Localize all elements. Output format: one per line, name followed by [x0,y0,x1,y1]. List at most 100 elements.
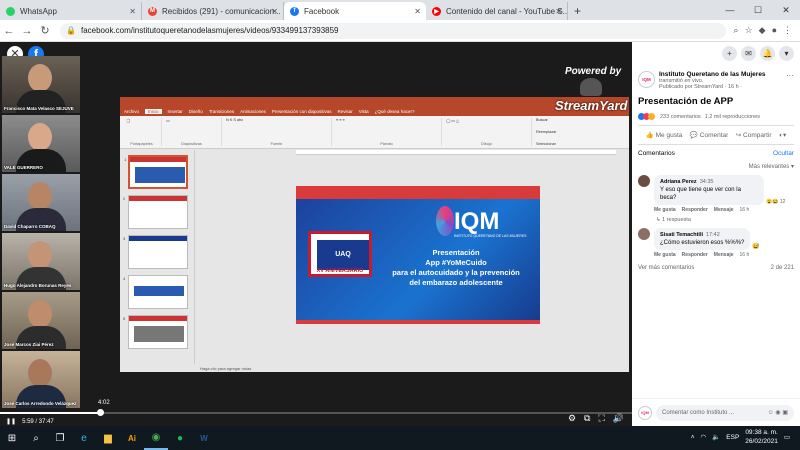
comment-input[interactable]: Comentar como Instituto ... ☺ ◉ ▣ [656,404,794,421]
like-button[interactable]: 👍 Me gusta [646,131,683,139]
volume-icon[interactable]: 🔊 [613,413,624,424]
tab-whatsapp[interactable]: WhatsApp ✕ [0,2,142,20]
share-button[interactable]: ↪ Compartir [736,131,772,139]
wifi-icon[interactable]: ◠ [701,433,707,441]
comment-like-link[interactable]: Me gusta [654,252,676,258]
close-window-icon[interactable]: ✕ [772,0,800,20]
tab-facebook[interactable]: f Facebook ✕ [284,2,426,20]
minimize-icon[interactable]: — [716,0,744,20]
slide-thumbnail[interactable]: 5 [123,315,188,349]
edge-icon[interactable]: e [72,426,96,450]
comment-like-link[interactable]: Me gusta [654,207,676,213]
comment-message-link[interactable]: Mensaje [714,207,734,213]
ppt-menu-item[interactable]: Archivo [124,109,139,114]
extension-icon[interactable]: ◆ [759,25,766,36]
paste-icon[interactable]: 📋 [126,118,157,123]
ppt-replace-button[interactable]: Reemplazar [536,130,588,134]
ppt-menu-item[interactable]: Transiciones [209,109,234,114]
spotify-icon[interactable]: ● [168,426,192,450]
audience-icon[interactable]: ◐▾ [779,131,786,139]
forward-icon[interactable]: → [18,25,36,37]
url-input[interactable]: 🔒 facebook.com/institutoqueretanodelasmuj… [60,22,726,39]
search-icon[interactable]: ⌕ [24,426,48,450]
comment-reply-link[interactable]: Responder [682,252,708,258]
hide-comments-link[interactable]: Ocultar [773,150,794,157]
current-slide[interactable]: UAQ XV ANIVERSARIO IQM INSTITUTO QUERETA… [296,186,540,324]
progress-knob[interactable] [96,409,104,416]
tab-youtube[interactable]: ▶ Contenido del canal - YouTube S... ✕ [426,2,568,20]
account-menu-icon[interactable]: ▾ [779,46,794,61]
notifications-icon[interactable]: 🔔 [760,46,775,61]
ppt-notes-bar[interactable]: Haga clic para agregar notas [120,364,629,372]
comment-author[interactable]: Adriana Perez [660,179,697,185]
word-icon[interactable]: W [192,426,216,450]
page-avatar[interactable]: IQM [638,71,655,88]
commenter-avatar[interactable] [638,228,650,240]
new-tab-button[interactable]: + [568,2,587,20]
close-tab-icon[interactable]: ✕ [271,7,278,16]
ppt-menu-item[interactable]: Inicio [145,109,162,114]
fullscreen-icon[interactable]: ⛶ [598,413,604,424]
illustrator-icon[interactable]: Ai [120,426,144,450]
ppt-menu-item[interactable]: Diseño [189,109,203,114]
windows-start-icon[interactable]: ⊞ [0,426,24,450]
ppt-menu-item[interactable]: ¿Qué desea hacer? [375,109,415,114]
tab-gmail[interactable]: M Recibidos (291) - comunicacion... ✕ [142,2,284,20]
messenger-icon[interactable]: ✉ [741,46,756,61]
paragraph-controls[interactable]: ≡ ≡ ≡ [336,118,437,122]
more-options-icon[interactable]: ··· [786,71,794,90]
ppt-menu-item[interactable]: Presentación con diapositivas [272,109,332,114]
shapes-icon[interactable]: ◯ ▭ △ [446,118,527,123]
settings-gear-icon[interactable]: ⚙ [568,413,576,424]
maximize-icon[interactable]: ☐ [744,0,772,20]
comment-author[interactable]: Sisati Temachtili [660,232,703,238]
comment-button[interactable]: 💬 Comentar [690,131,728,139]
speaker-icon[interactable]: 🔈 [712,433,720,441]
new-slide-icon[interactable]: ▭ [166,118,217,123]
back-icon[interactable]: ← [0,25,18,37]
ppt-find-button[interactable]: Buscar [536,118,588,122]
close-tab-icon[interactable]: ✕ [555,7,562,16]
tray-chevron-icon[interactable]: ˄ [691,434,695,441]
page-name-link[interactable]: Instituto Queretano de las Mujeres [659,71,766,78]
ppt-menu-item[interactable]: Insertar [168,109,183,114]
notifications-center-icon[interactable]: ▭ [784,433,790,441]
reactions-icon[interactable] [638,113,655,120]
video-progress-bar[interactable] [0,409,632,416]
create-icon[interactable]: + [722,46,737,61]
pip-icon[interactable]: ⧉ [584,413,590,424]
ppt-menu-item[interactable]: Animaciones [240,109,266,114]
clock[interactable]: 09:38 a. m. 26/02/2021 [745,428,778,446]
commenter-avatar[interactable] [638,175,650,187]
chrome-icon[interactable]: ◉ [144,426,168,450]
file-explorer-icon[interactable]: ▆ [96,426,120,450]
pause-icon[interactable]: ❚❚ [6,418,16,425]
close-tab-icon[interactable]: ✕ [129,7,136,16]
ppt-menu-item[interactable]: Vista [359,109,369,114]
bookmark-star-icon[interactable]: ☆ [745,25,753,36]
slide-thumbnail[interactable]: 3 [123,235,188,269]
comment-reactions[interactable]: 😮😂 12 [766,199,785,205]
sort-comments-dropdown[interactable]: Más relevantes ▾ [632,157,800,170]
slide-thumbnail[interactable]: 4 [123,275,188,309]
view-more-comments-link[interactable]: Ver más comentarios [638,265,694,271]
comments-count[interactable]: 233 comentarios [660,114,701,120]
comment-reply-link[interactable]: Responder [682,207,708,213]
font-controls[interactable]: N K S abc [226,118,327,122]
slide-thumbnail[interactable]: 2 [123,195,188,229]
view-replies-link[interactable]: ↳ 1 respuesta [632,213,800,223]
ppt-menu-item[interactable]: Revisar [337,109,352,114]
close-tab-icon[interactable]: ✕ [414,7,421,16]
ppt-select-button[interactable]: Seleccionar [536,142,588,146]
menu-icon[interactable]: ⋮ [783,25,792,36]
comment-timestamp[interactable]: 17:42 [706,232,720,238]
task-view-icon[interactable]: ❐ [48,426,72,450]
comment-timestamp[interactable]: 34:35 [700,179,714,185]
search-icon[interactable]: ⌕ [734,25,739,36]
language-indicator[interactable]: ESP [726,434,739,441]
comment-message-link[interactable]: Mensaje [714,252,734,258]
slide-thumbnail[interactable]: 1 [124,155,188,189]
emoji-camera-gif-icons[interactable]: ☺ ◉ ▣ [768,409,788,416]
profile-icon[interactable]: ● [772,25,777,36]
reload-icon[interactable]: ↻ [36,24,54,37]
